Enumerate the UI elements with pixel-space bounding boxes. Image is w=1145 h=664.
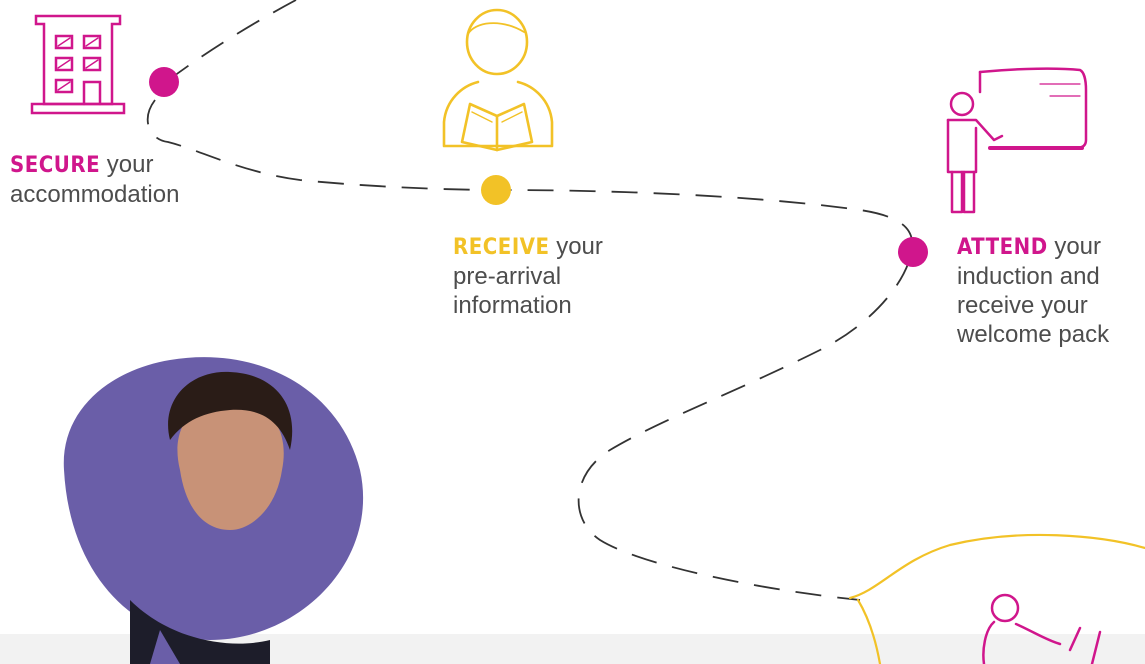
step-attend-line4: welcome pack [957, 321, 1110, 348]
step-attend-line2: induction and [957, 263, 1100, 290]
step-receive-line2: pre-arrival [453, 263, 562, 290]
journey-infographic: SECURE your accommodation RECEIVE your p… [0, 0, 1145, 664]
step-attend-keyword: ATTEND [957, 235, 1048, 260]
step-receive-line1: your [549, 233, 603, 260]
step-attend: ATTEND your induction and receive your w… [957, 232, 1142, 349]
step-receive: RECEIVE your pre-arrival information [453, 232, 653, 320]
step-receive-line3: information [453, 292, 572, 319]
step-secure-line2: accommodation [10, 181, 180, 208]
step-attend-line3: receive your [957, 292, 1088, 319]
step-receive-keyword: RECEIVE [453, 235, 550, 260]
step-secure: SECURE your accommodation [10, 150, 240, 209]
timeline-dot-attend [898, 237, 928, 267]
timeline-dot-secure [149, 67, 179, 97]
step-secure-line1: your [100, 151, 154, 178]
timeline-dot-receive [481, 175, 511, 205]
step-attend-line1: your [1047, 233, 1102, 260]
step-secure-keyword: SECURE [10, 153, 101, 178]
